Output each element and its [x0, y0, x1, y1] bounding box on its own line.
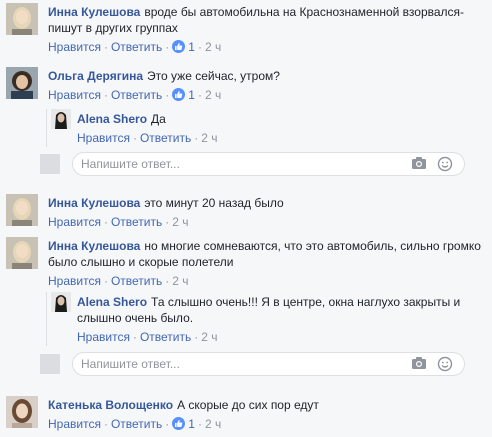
user-photo-icon [6, 237, 38, 269]
comment: Инна Кулешова вроде бы автомобильна на Кр… [6, 3, 492, 65]
comment: Инна Кулешова это минут 20 назад было Нра… [6, 194, 492, 230]
separator: · [103, 215, 108, 229]
like-link[interactable]: Нравится [48, 88, 101, 102]
separator: · [197, 40, 202, 54]
separator: · [165, 417, 170, 431]
comment-text: Это уже сейчас, утром? [147, 69, 280, 83]
comment: Катенька Волощенко А скорые до сих пор ед… [6, 396, 492, 434]
comment-author[interactable]: Инна Кулешова [48, 196, 140, 210]
comment-time[interactable]: 2 ч [172, 215, 188, 229]
reply-text: Да [151, 112, 166, 126]
separator: · [132, 131, 137, 145]
separator: · [103, 417, 108, 431]
comment: Инна Кулешова но многие сомневаются, что … [6, 237, 492, 289]
avatar[interactable] [6, 3, 38, 35]
comment-meta: Нравится · Ответить · 1 · 2 ч [48, 87, 484, 103]
avatar[interactable] [6, 237, 38, 269]
comment-author[interactable]: Инна Кулешова [48, 239, 140, 253]
user-photo-icon [6, 194, 38, 226]
like-count-icon[interactable] [172, 88, 186, 101]
separator: · [165, 274, 170, 288]
like-count-icon[interactable] [172, 417, 186, 430]
avatar[interactable] [6, 396, 38, 428]
comment-meta: Нравится · Ответить · 1 · 2 ч [48, 416, 484, 432]
reply-author[interactable]: Alena Shero [77, 295, 147, 309]
comment-author[interactable]: Ольга Дерягина [48, 69, 143, 83]
reply-time[interactable]: 2 ч [201, 330, 217, 344]
reply-composer: Напишите ответ... [40, 352, 465, 376]
reply-comment: Alena Shero Да Нравится · Ответить · 2 ч [46, 109, 492, 147]
comment-time[interactable]: 2 ч [172, 274, 188, 288]
reply-meta: Нравится · Ответить · 2 ч [77, 130, 484, 146]
reply-input[interactable]: Напишите ответ... [72, 352, 465, 376]
reply-author[interactable]: Alena Shero [77, 112, 147, 126]
emoji-icon[interactable] [437, 156, 453, 175]
emoji-icon[interactable] [437, 356, 453, 375]
reply-link[interactable]: Ответить [111, 88, 162, 102]
like-link[interactable]: Нравится [77, 131, 130, 145]
avatar[interactable] [6, 67, 38, 99]
separator: · [103, 40, 108, 54]
like-count[interactable]: 1 [188, 417, 195, 431]
reply-composer: Напишите ответ... [40, 152, 465, 176]
comment-meta: Нравится · Ответить · 2 ч [48, 214, 484, 230]
like-link[interactable]: Нравится [48, 274, 101, 288]
avatar[interactable] [6, 194, 38, 226]
separator: · [197, 417, 202, 431]
reply-link[interactable]: Ответить [111, 40, 162, 54]
reply-meta: Нравится · Ответить · 2 ч [77, 329, 484, 345]
separator: · [132, 330, 137, 344]
comment-text: это минут 20 назад было [144, 196, 284, 210]
comment-author[interactable]: Катенька Волощенко [48, 398, 173, 412]
reply-time[interactable]: 2 ч [201, 131, 217, 145]
avatar [40, 354, 60, 374]
avatar[interactable] [51, 292, 71, 312]
reply-link[interactable]: Ответить [140, 330, 191, 344]
separator: · [165, 215, 170, 229]
like-link[interactable]: Нравится [48, 40, 101, 54]
avatar [40, 154, 60, 174]
comment-time[interactable]: 2 ч [205, 88, 221, 102]
separator: · [103, 274, 108, 288]
separator: · [194, 131, 199, 145]
like-link[interactable]: Нравится [48, 417, 101, 431]
reply-link[interactable]: Ответить [111, 417, 162, 431]
user-photo-icon [51, 109, 71, 129]
comment-meta: Нравится · Ответить · 1 · 2 ч [48, 39, 484, 55]
user-photo-icon [6, 3, 38, 35]
comment-author[interactable]: Инна Кулешова [48, 5, 140, 19]
comment-time[interactable]: 2 ч [205, 417, 221, 431]
like-count[interactable]: 1 [188, 88, 195, 102]
like-count-icon[interactable] [172, 40, 186, 53]
reply-comment: Alena Shero Та слышно очень!!! Я в центре… [46, 292, 492, 346]
avatar[interactable] [51, 109, 71, 129]
separator: · [165, 88, 170, 102]
comment-text: А скорые до сих пор едут [177, 398, 319, 412]
separator: · [194, 330, 199, 344]
comment-time[interactable]: 2 ч [205, 40, 221, 54]
reply-input[interactable]: Напишите ответ... [72, 152, 465, 176]
camera-icon[interactable] [411, 156, 427, 173]
separator: · [103, 88, 108, 102]
comment: Ольга Дерягина Это уже сейчас, утром? Нра… [6, 67, 492, 103]
separator: · [165, 40, 170, 54]
reply-link[interactable]: Ответить [111, 215, 162, 229]
comment-meta: Нравится · Ответить · 2 ч [48, 273, 484, 289]
like-link[interactable]: Нравится [48, 215, 101, 229]
user-photo-icon [51, 292, 71, 312]
reply-link[interactable]: Ответить [140, 131, 191, 145]
like-link[interactable]: Нравится [77, 330, 130, 344]
camera-icon[interactable] [411, 356, 427, 373]
like-count[interactable]: 1 [188, 40, 195, 54]
user-photo-icon [6, 396, 38, 428]
reply-link[interactable]: Ответить [111, 274, 162, 288]
separator: · [197, 88, 202, 102]
user-photo-icon [6, 67, 38, 99]
